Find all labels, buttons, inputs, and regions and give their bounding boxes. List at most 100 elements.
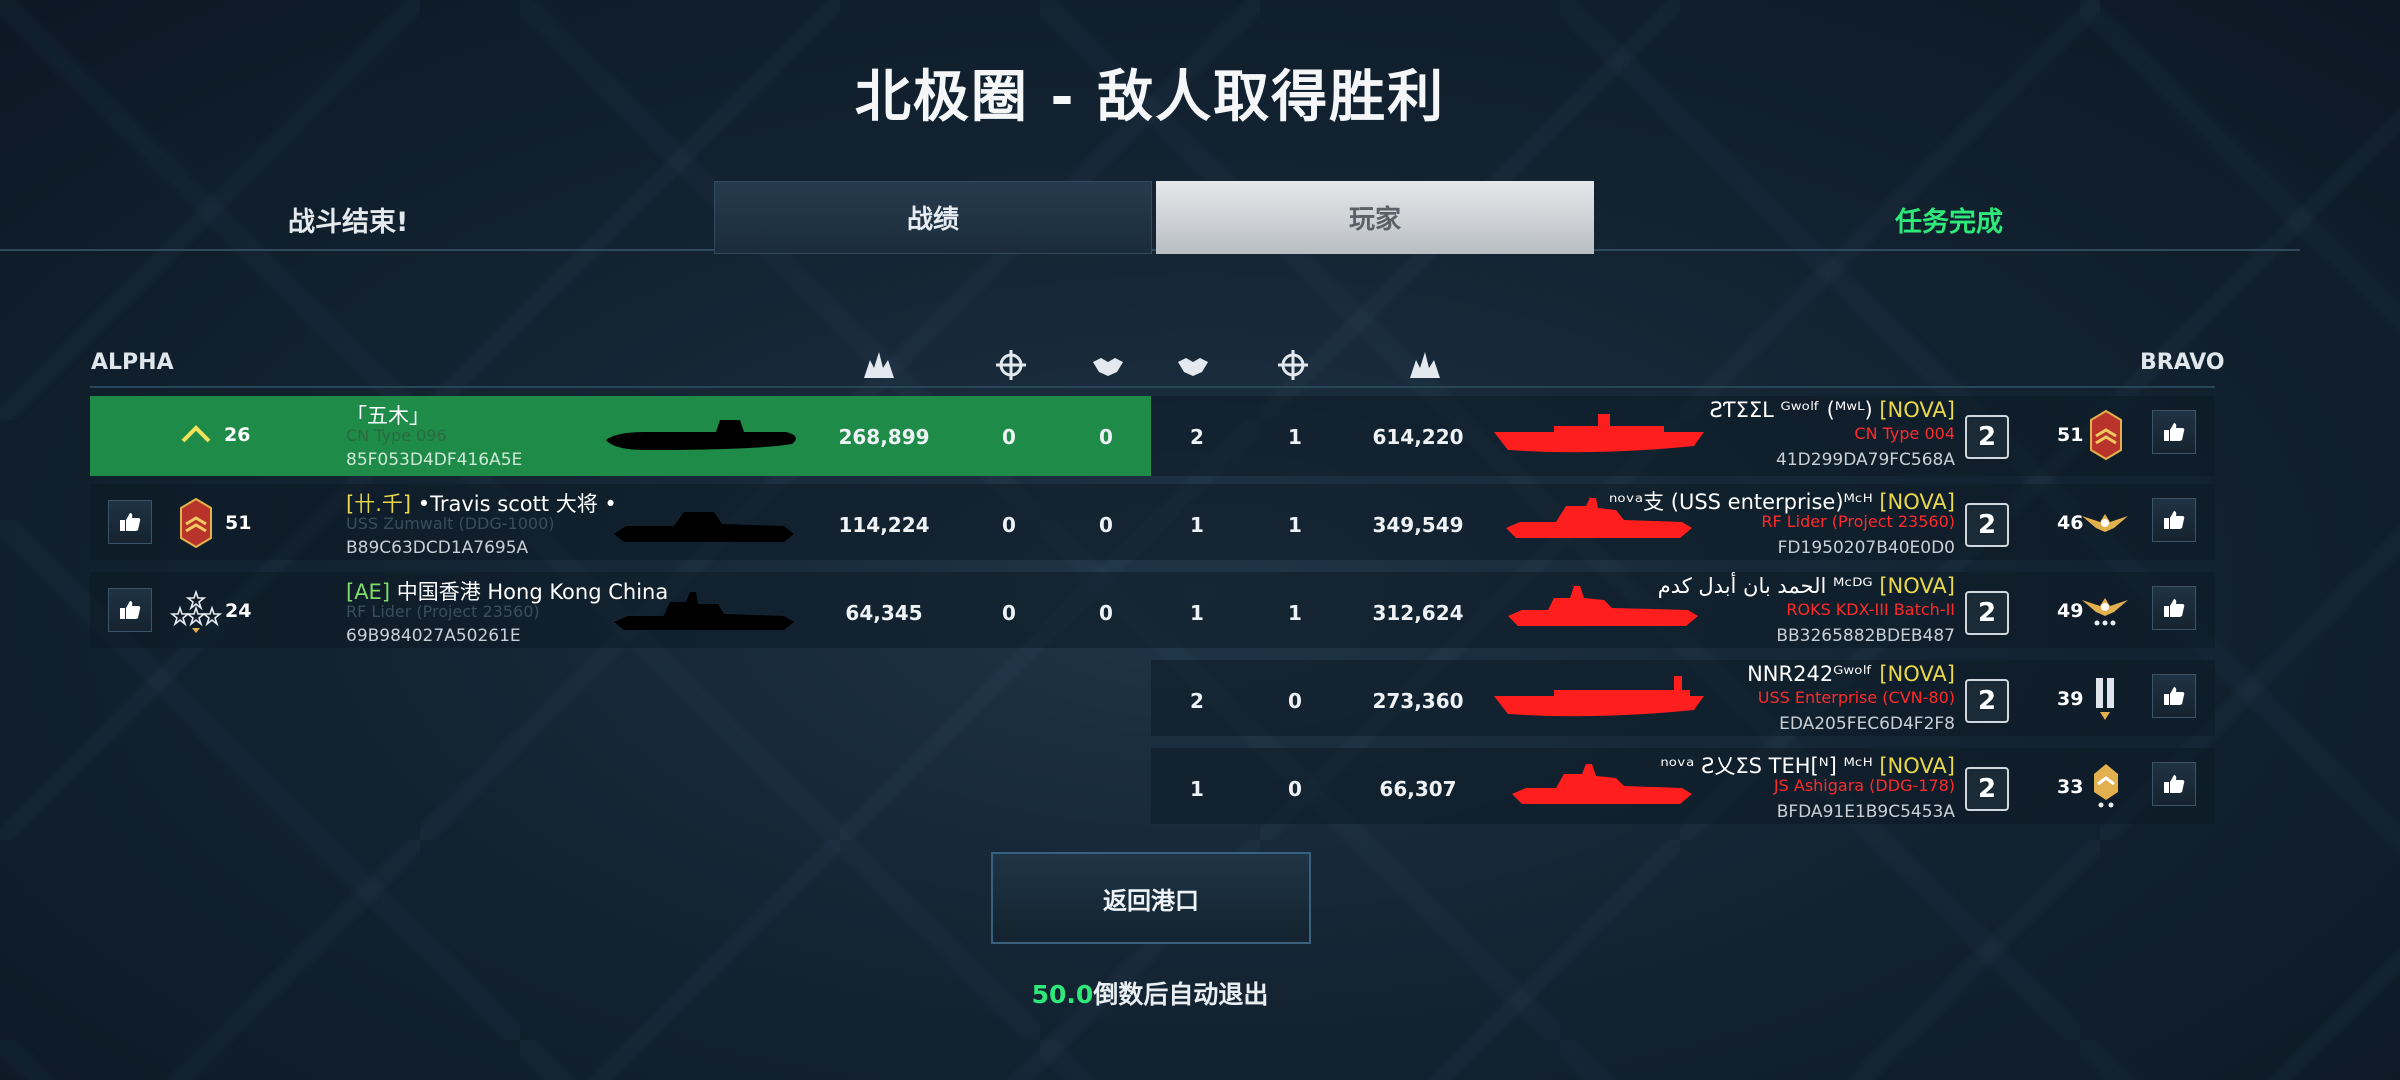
thumbs-up-icon [2164,511,2185,529]
bravo-kills-2: 1 [1288,513,1302,537]
like-button[interactable] [2152,586,2196,630]
bravo-player-id-2: FD1950207B40E0D0 [1777,538,1955,558]
alpha-player-id-2: B89C63DCD1A7695A [346,538,529,558]
chevron-insignia-icon [2094,764,2118,808]
bravo-rank-1: 51 [2057,424,2084,446]
rank-insignia-icon [180,498,212,548]
thumbs-up-icon [2164,423,2185,441]
explosion-icon [864,352,894,378]
countdown-text: 倒数后自动退出 [1093,980,1269,1009]
bravo-player-name-1: ƧƬΣΣL ᴳʷᵒˡᶠ (ᴹʷᴸ) [NOVA] [1709,398,1955,422]
destroyer-silhouette [614,512,794,542]
bravo-player-id-3: BB3265882BDEB487 [1776,626,1955,646]
bravo-damage-5: 66,307 [1379,777,1457,801]
alpha-ship-3: RF Lider (Project 23560) [346,602,540,621]
bravo-rank-2: 46 [2057,512,2084,534]
team-alpha-label: ALPHA [91,350,174,375]
bravo-assists-1: 2 [1190,425,1204,449]
team-bravo-label: BRAVO [2140,350,2225,375]
bravo-place-badge-1: 2 [1965,415,2009,459]
tab-players[interactable]: 玩家 [1156,181,1594,254]
bravo-ship-4: USS Enterprise (CVN-80) [1757,688,1955,707]
like-button[interactable] [108,500,152,544]
bravo-kills-4: 0 [1288,689,1302,713]
bravo-player-id-1: 41D299DA79FC568A [1776,450,1955,470]
bravo-damage-1: 614,220 [1372,425,1464,449]
like-button[interactable] [2152,762,2196,806]
bravo-damage-3: 312,624 [1372,601,1464,625]
wings-stars-insignia-icon [2082,598,2128,626]
battle-over-label: 战斗结束! [288,207,409,238]
alpha-kills-2: 0 [1002,513,1016,537]
bravo-place-badge-5: 2 [1965,767,2009,811]
auto-exit-countdown: 50.0倒数后自动退出 [0,975,2300,1011]
frigate-silhouette [614,592,794,630]
handshake-icon [1178,358,1208,376]
bravo-assists-3: 1 [1190,601,1204,625]
thumbs-up-icon [120,513,141,531]
bravo-kills-5: 0 [1288,777,1302,801]
bravo-ship-3: ROKS KDX-III Batch-II [1786,600,1955,619]
bravo-rank-4: 39 [2057,688,2084,710]
thumbs-up-icon [2164,775,2185,793]
like-button[interactable] [2152,410,2196,454]
thumbs-up-icon [2164,687,2185,705]
alpha-damage-3: 64,345 [845,601,923,625]
header-divider [90,386,2215,388]
alpha-kills-1: 0 [1002,425,1016,449]
alpha-rank-1: 26 [224,424,251,446]
mission-complete-label: 任务完成 [1895,207,2003,238]
crosshair-icon [996,350,1026,380]
alpha-assists-2: 0 [1099,513,1113,537]
bravo-place-badge-2: 2 [1965,503,2009,547]
bravo-place-badge-3: 2 [1965,591,2009,635]
alpha-ship-1: CN Type 096 [346,426,447,445]
alpha-player-id-1: 85F053D4DF416A5E [346,450,523,470]
bravo-player-name-3: الحمد بان أبدل كدم ᴹᶜᴰᴳ [NOVA] [1657,574,1955,598]
bravo-place-badge-4: 2 [1965,679,2009,723]
rank-insignia-icon [2090,410,2122,460]
bravo-kills-3: 1 [1288,601,1302,625]
thumbs-up-icon [2164,599,2185,617]
bravo-assists-5: 1 [1190,777,1204,801]
alpha-assists-3: 0 [1099,601,1113,625]
carrier-silhouette [1494,676,1704,717]
wings-insignia-icon [2082,514,2128,532]
bravo-player-id-4: EDA205FEC6D4F2F8 [1779,714,1955,734]
bravo-kills-1: 1 [1288,425,1302,449]
like-button[interactable] [108,588,152,632]
alpha-ship-2: USS Zumwalt (DDG-1000) [346,514,555,533]
crosshair-icon [1278,350,1308,380]
bars-insignia-icon [2096,678,2114,720]
chevron-up-icon [181,425,211,443]
bravo-ship-1: CN Type 004 [1854,424,1955,443]
tab-stats[interactable]: 战绩 [714,181,1152,254]
bravo-ship-5: JS Ashigara (DDG-178) [1773,776,1955,795]
bravo-assists-4: 2 [1190,689,1204,713]
carrier-silhouette [1494,414,1704,453]
bravo-player-id-5: BFDA91E1B9C5453A [1776,802,1955,822]
bravo-rank-3: 49 [2057,600,2084,622]
like-button[interactable] [2152,674,2196,718]
alpha-rank-2: 51 [225,512,252,534]
bravo-rank-5: 33 [2057,776,2084,798]
stars-insignia-icon [170,590,222,633]
return-to-port-button[interactable]: 返回港口 [991,852,1311,944]
like-button[interactable] [2152,498,2196,542]
alpha-assists-1: 0 [1099,425,1113,449]
bravo-ship-2: RF Lider (Project 23560) [1761,512,1955,531]
handshake-icon [1093,358,1123,376]
bravo-damage-4: 273,360 [1372,689,1464,713]
alpha-kills-3: 0 [1002,601,1016,625]
alpha-player-id-3: 69B984027A50261E [346,626,521,646]
bravo-damage-2: 349,549 [1372,513,1464,537]
countdown-value: 50.0 [1031,980,1094,1009]
alpha-damage-2: 114,224 [838,513,930,537]
bravo-player-name-4: NNR242ᴳʷᵒˡᶠ [NOVA] [1747,662,1955,686]
page-title: 北极圈 - 敌人取得胜利 [854,65,1446,130]
alpha-damage-1: 268,899 [838,425,930,449]
submarine-silhouette [606,420,796,450]
bravo-assists-2: 1 [1190,513,1204,537]
alpha-rank-3: 24 [225,600,252,622]
thumbs-up-icon [120,601,141,619]
